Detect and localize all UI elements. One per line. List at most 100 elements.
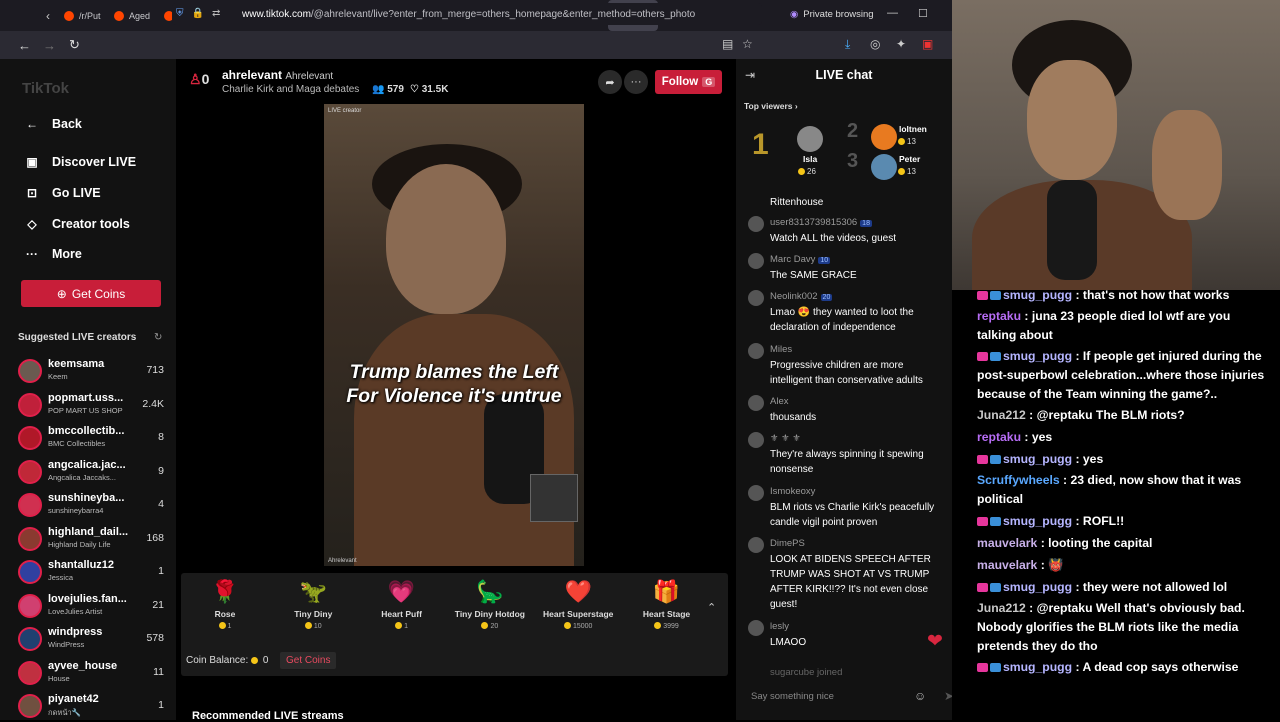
sidebar-item-back[interactable]: ← Back <box>24 117 82 131</box>
chat-username[interactable]: Alex <box>770 396 788 407</box>
overlay-chat-text: that's not how that works <box>1082 288 1230 302</box>
avatar[interactable] <box>748 253 764 269</box>
suggested-creator[interactable]: ayvee_house House 11 <box>18 658 164 688</box>
browser-tab[interactable]: /r/Put <box>58 0 108 31</box>
chat-username[interactable]: DimePS <box>770 538 805 549</box>
avatar[interactable] <box>748 343 764 359</box>
suggested-creator[interactable]: highland_dail... Highland Daily Life 168 <box>18 524 164 554</box>
avatar[interactable] <box>748 485 764 501</box>
address-bar[interactable]: www.tiktok.com/@ahrelevant/live?enter_fr… <box>172 3 762 25</box>
permissions-icon[interactable]: ⇄ <box>212 8 228 19</box>
suggested-creator[interactable]: piyanet42 กดหน้า🔧 1 <box>18 691 164 721</box>
avatar[interactable] <box>748 537 764 553</box>
download-icon[interactable]: ⤓ <box>845 37 850 52</box>
sidebar-item-creator-tools[interactable]: ◇ Creator tools <box>24 217 129 231</box>
coin-icon <box>304 622 312 629</box>
chevron-up-icon[interactable]: ⌃ <box>707 601 716 614</box>
streamer-name[interactable]: ahrelevant Ahrelevant <box>222 68 333 82</box>
webcam-hand <box>1152 110 1222 220</box>
overlay-chat-message: Scruffywheels : 23 died, now show that i… <box>977 473 1242 506</box>
streamer-webcam <box>952 0 1280 290</box>
heart-icon[interactable]: ❤ <box>927 630 943 653</box>
top-viewer-name: loltnen <box>899 124 927 134</box>
avatar[interactable] <box>748 395 764 411</box>
forward-nav-button[interactable]: → <box>37 38 62 53</box>
maximize-button[interactable]: ☐ <box>918 7 928 20</box>
chat-username[interactable]: user8313739815306 18 <box>770 217 872 228</box>
gift-item[interactable]: 🦖 Tiny Diny 10 <box>269 577 357 630</box>
avatar[interactable] <box>748 620 764 636</box>
gift-price-value: 1 <box>227 623 232 630</box>
gift-name: Tiny Diny <box>294 609 333 619</box>
creator-viewer-count: 578 <box>146 632 164 644</box>
sidebar-item-more[interactable]: ··· More <box>24 247 82 261</box>
creator-name: keemsama <box>48 358 105 370</box>
gift-item[interactable]: 💗 Heart Puff 1 <box>358 577 446 630</box>
follow-button[interactable]: Follow G <box>655 70 722 94</box>
private-browsing-indicator: ◉ Private browsing <box>790 9 874 20</box>
shield-icon[interactable]: ⛨ <box>176 8 192 19</box>
chat-username[interactable]: Ismokeoxy <box>770 486 815 497</box>
chat-username[interactable]: Neolink002 20 <box>770 291 833 302</box>
suggested-creator[interactable]: lovejulies.fan... LoveJulies Artist 21 <box>18 591 164 621</box>
get-coins-link[interactable]: Get Coins <box>280 652 337 669</box>
bookmark-star-icon[interactable]: ☆ <box>742 37 753 51</box>
sidebar-item-discover-live[interactable]: ▣ Discover LIVE <box>24 155 136 169</box>
suggested-creator[interactable]: sunshineyba... sunshineybarra4 4 <box>18 490 164 520</box>
overlay-chat-message: smug_pugg : they were not allowed lol <box>977 578 1267 597</box>
gift-item[interactable]: 🎁 Heart Stage 3999 <box>623 577 711 630</box>
suggested-creator[interactable]: angcalica.jac... Angcalica Jaccaks... 9 <box>18 457 164 487</box>
chat-username-text: Miles <box>770 344 793 355</box>
chat-username[interactable]: Miles <box>770 344 792 355</box>
back-nav-button[interactable]: ← <box>12 38 37 53</box>
overlay-chat-username: smug_pugg <box>1003 288 1073 302</box>
reload-button[interactable]: ↻ <box>62 37 87 53</box>
minimize-button[interactable]: — <box>887 7 898 19</box>
avatar[interactable] <box>748 216 764 232</box>
viewer-count: 👥 579 <box>372 84 404 95</box>
sidebar-item-go-live[interactable]: ⊡ Go LIVE <box>24 186 101 200</box>
avatar[interactable] <box>748 290 764 306</box>
account-icon[interactable]: ◎ <box>870 37 880 51</box>
suggested-creator[interactable]: bmccollectib... BMC Collectibles 8 <box>18 423 164 453</box>
avatar[interactable] <box>871 154 897 180</box>
coin-value: 26 <box>807 167 816 176</box>
suggested-creator[interactable]: shantalluz12 Jessica 1 <box>18 557 164 587</box>
creator-subtitle: BMC Collectibles <box>48 439 106 448</box>
chat-text: BLM riots vs Charlie Kirk's peacefully c… <box>770 502 935 528</box>
more-options-icon[interactable]: ··· <box>624 70 648 94</box>
avatar[interactable] <box>871 124 897 150</box>
suggested-creator[interactable]: popmart.uss... POP MART US SHOP 2.4K <box>18 390 164 420</box>
top-viewers-link[interactable]: Top viewers › <box>744 101 798 111</box>
avatar <box>18 359 42 383</box>
reader-view-icon[interactable]: ▤ <box>722 37 733 51</box>
avatar[interactable] <box>797 126 823 152</box>
get-coins-button[interactable]: ⊕ Get Coins <box>21 280 161 307</box>
chat-username[interactable]: lesly <box>770 621 789 632</box>
url-path: /@ahrelevant/live?enter_from_merge=other… <box>310 8 696 20</box>
emoji-icon[interactable]: ☺ <box>914 689 926 703</box>
menu-icon: ··· <box>26 247 38 261</box>
extensions-icon[interactable]: ✦ <box>896 37 906 51</box>
chat-username[interactable]: Marc Davy 10 <box>770 254 831 265</box>
gift-item[interactable]: 🌹 Rose 1 <box>181 577 269 630</box>
suggested-creator[interactable]: keemsama Keem 713 <box>18 356 164 386</box>
gift-item[interactable]: ❤️ Heart Superstage 15000 <box>534 577 622 630</box>
tab-scroll-left-icon[interactable]: ‹ <box>38 9 58 23</box>
share-icon[interactable]: ➦ <box>598 70 622 94</box>
refresh-icon[interactable]: ↻ <box>154 332 162 343</box>
gift-item[interactable]: 🦕 Tiny Diny Hotdog 20 <box>446 577 534 630</box>
avatar[interactable] <box>748 432 764 448</box>
sub-badge-icon <box>977 352 988 361</box>
avatar <box>18 493 42 517</box>
creator-subtitle: LoveJulies Artist <box>48 606 103 616</box>
sub-badge-icon <box>977 583 988 592</box>
extension-badge-icon[interactable]: ▣ <box>922 37 933 51</box>
suggested-creator[interactable]: windpress WindPress 578 <box>18 624 164 654</box>
chat-username[interactable]: ⚜ ⚜ ⚜ <box>770 433 801 444</box>
lock-icon[interactable]: 🔒 <box>192 8 212 19</box>
stream-title: Charlie Kirk and Maga debates <box>222 84 360 95</box>
tiktok-logo[interactable]: TikTok <box>22 80 69 97</box>
browser-tab[interactable]: Aged <box>108 0 158 31</box>
chat-text: thousands <box>770 412 817 423</box>
